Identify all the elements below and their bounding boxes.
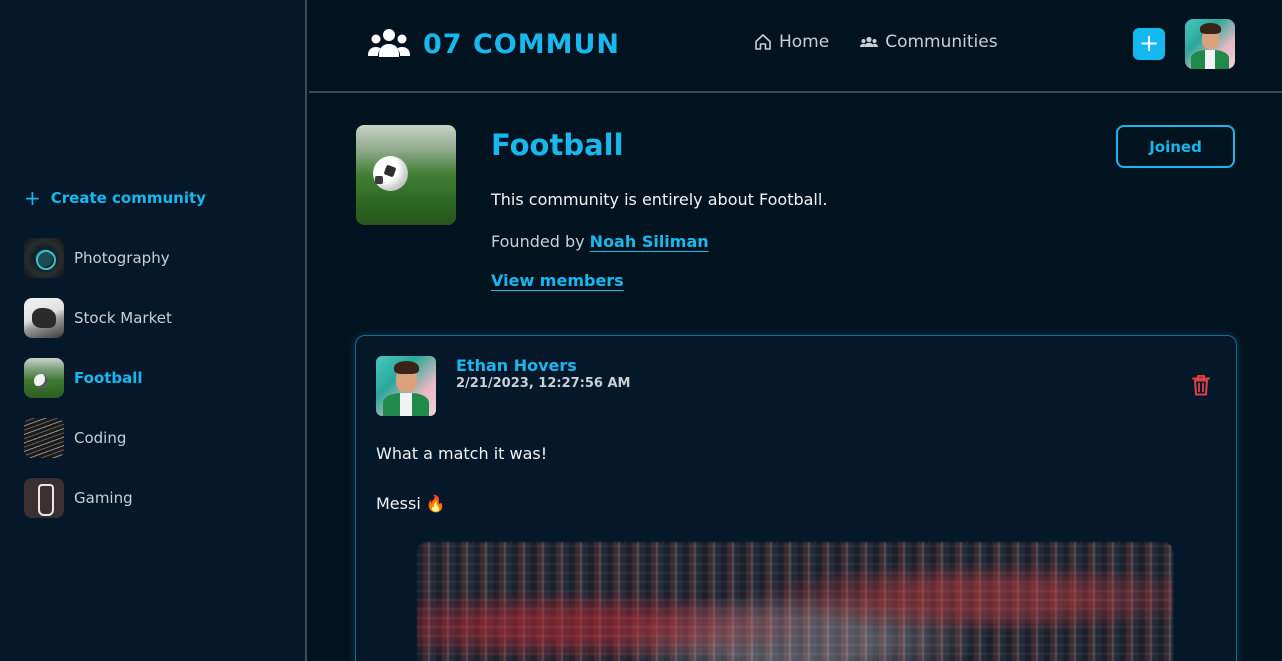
community-description: This community is entirely about Footbal…: [491, 190, 828, 209]
founder-link[interactable]: Noah Siliman: [590, 232, 709, 251]
nav-communities-label: Communities: [885, 32, 998, 52]
sidebar-item-photography[interactable]: Photography: [24, 238, 172, 278]
nav-communities[interactable]: Communities: [859, 32, 998, 52]
founded-by: Founded by Noah Siliman: [491, 232, 709, 251]
users-icon: [859, 32, 879, 52]
football-thumb: [24, 358, 64, 398]
stock-market-thumb: [24, 298, 64, 338]
community-title: Football: [491, 128, 624, 162]
main-nav: Home Communities: [753, 32, 998, 52]
sidebar-item-label: Stock Market: [74, 309, 172, 327]
home-icon: [753, 32, 773, 52]
sidebar-item-coding[interactable]: Coding: [24, 418, 172, 458]
brand-logo[interactable]: 07 COMMUN: [367, 26, 620, 62]
post-author-avatar[interactable]: [376, 356, 436, 416]
nav-home-label: Home: [779, 32, 830, 52]
post-author-name[interactable]: Ethan Hovers: [456, 356, 577, 375]
view-members-link[interactable]: View members: [491, 271, 624, 290]
trash-icon[interactable]: [1192, 374, 1210, 400]
create-community-button[interactable]: + Create community: [24, 188, 206, 208]
nav-home[interactable]: Home: [753, 32, 829, 52]
post-timestamp: 2/21/2023, 12:27:56 AM: [456, 376, 631, 391]
post-text-line: Messi 🔥: [376, 494, 446, 513]
sidebar: + Create community Photography Stock Mar…: [0, 0, 307, 661]
coding-thumb: [24, 418, 64, 458]
user-avatar[interactable]: [1185, 19, 1235, 69]
gaming-thumb: [24, 478, 64, 518]
create-community-label: Create community: [50, 189, 206, 207]
joined-button[interactable]: Joined: [1116, 125, 1235, 168]
sidebar-item-label: Coding: [74, 429, 127, 447]
sidebar-item-gaming[interactable]: Gaming: [24, 478, 172, 518]
plus-icon: +: [24, 186, 41, 210]
sidebar-item-stock-market[interactable]: Stock Market: [24, 298, 172, 338]
sidebar-item-football[interactable]: Football: [24, 358, 172, 398]
post-card: Ethan Hovers 2/21/2023, 12:27:56 AM What…: [355, 335, 1237, 661]
users-group-icon: [367, 26, 411, 62]
community-list: Photography Stock Market Football Coding…: [24, 238, 172, 538]
post-text-line: What a match it was!: [376, 444, 548, 463]
founded-prefix: Founded by: [491, 232, 585, 251]
post-image[interactable]: [417, 542, 1173, 661]
community-banner-image: [356, 125, 456, 225]
add-post-button[interactable]: +: [1133, 28, 1165, 60]
brand-title: 07 COMMUN: [423, 28, 620, 60]
sidebar-item-label: Football: [74, 369, 143, 387]
photography-thumb: [24, 238, 64, 278]
sidebar-item-label: Photography: [74, 249, 170, 267]
plus-icon: +: [1138, 29, 1160, 57]
sidebar-item-label: Gaming: [74, 489, 133, 507]
top-header: 07 COMMUN Home Communities +: [309, 0, 1282, 93]
